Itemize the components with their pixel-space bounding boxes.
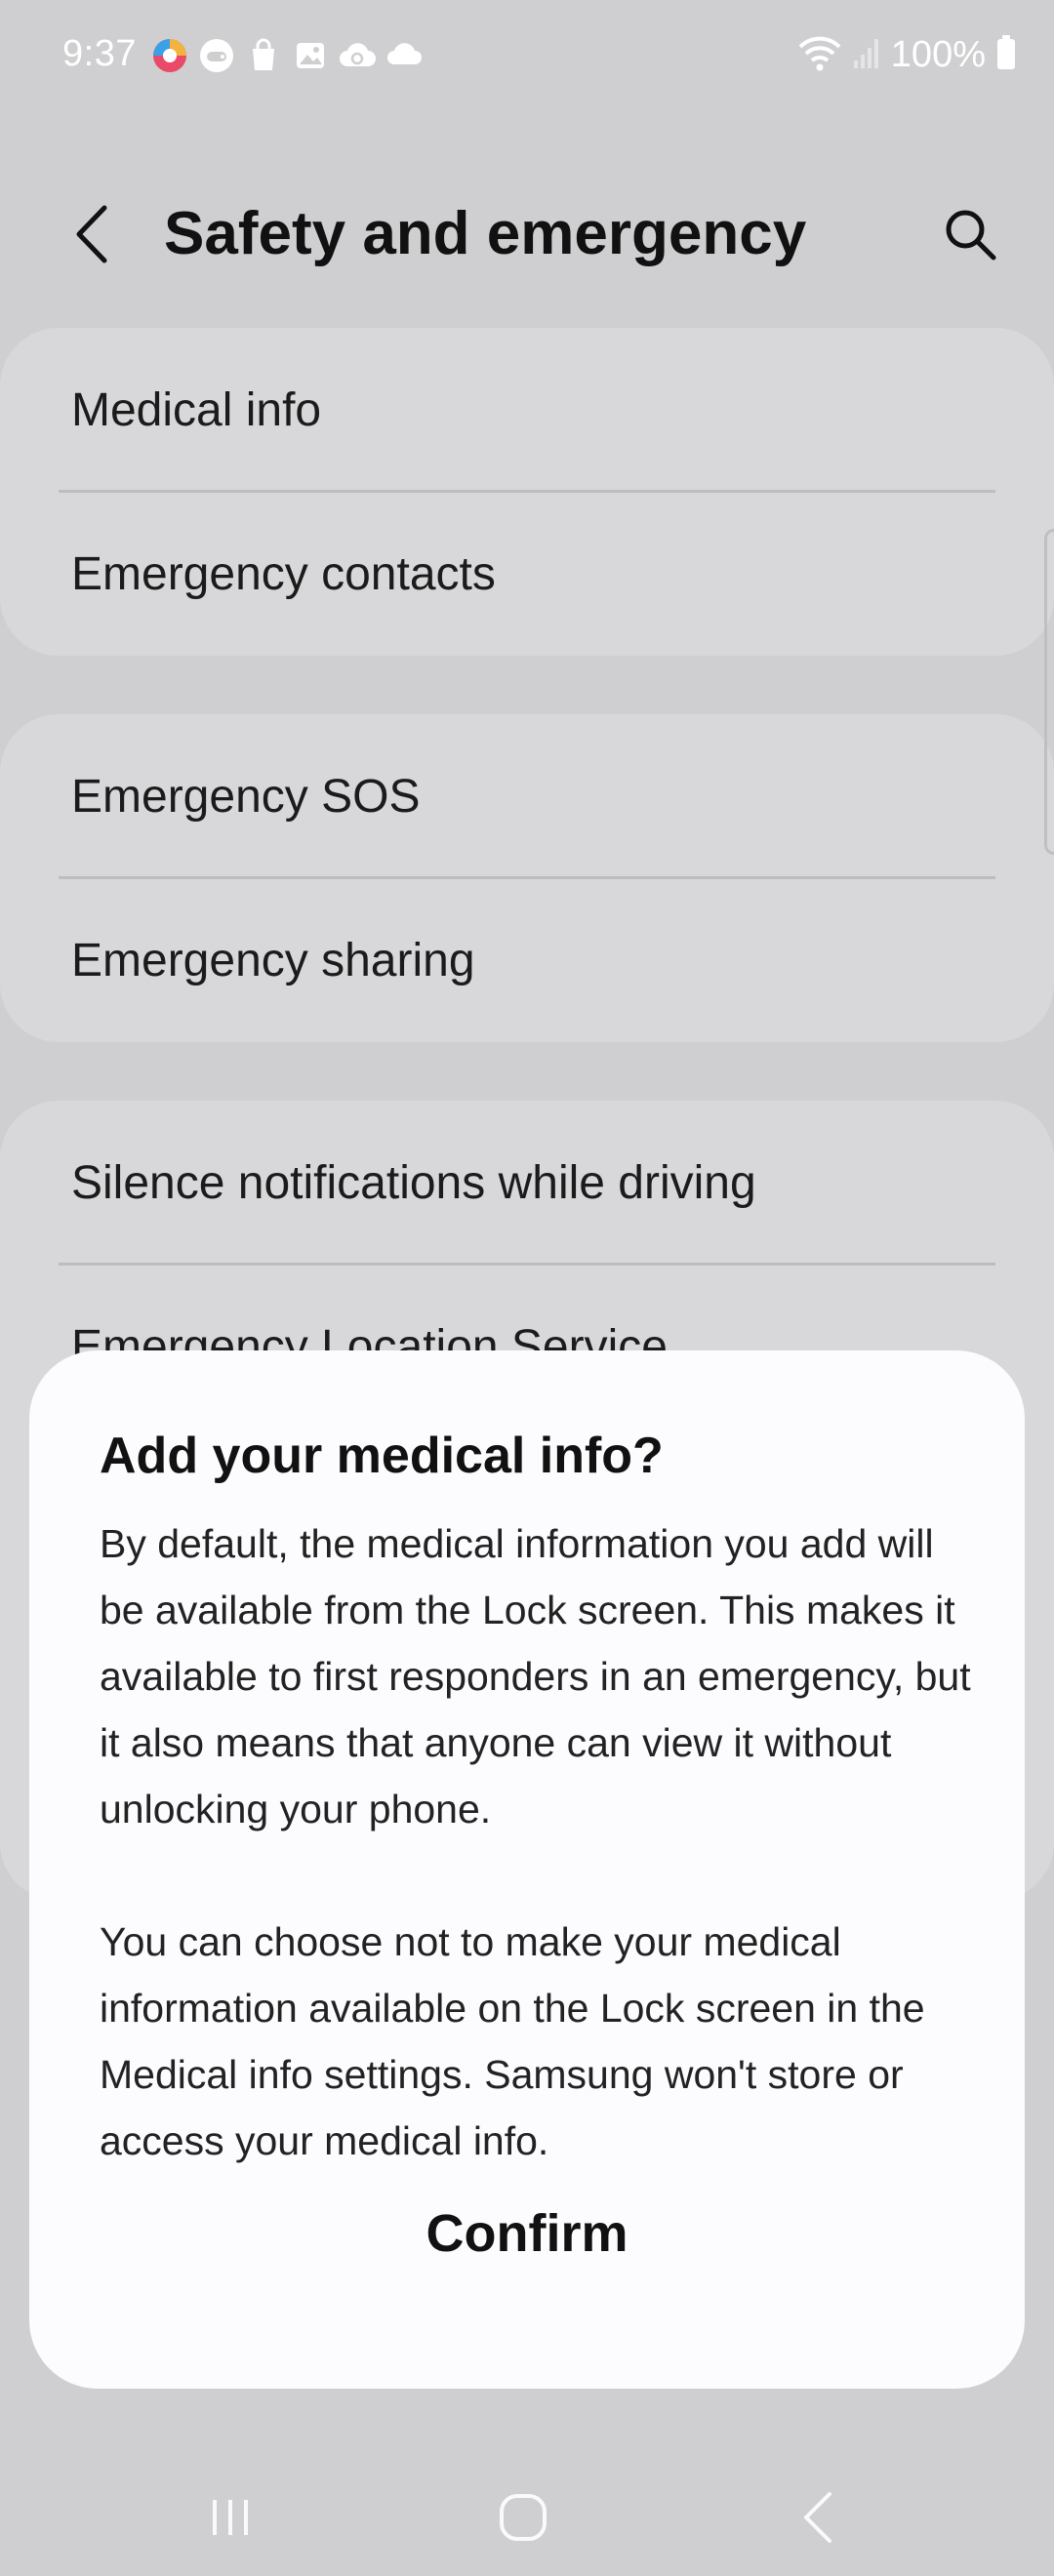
setting-label: Medical info [71,383,322,436]
scrollbar[interactable] [1044,529,1054,855]
back-button[interactable] [55,197,129,271]
setting-label: Silence notifications while driving [71,1156,756,1209]
search-button[interactable] [933,197,1007,271]
medical-info-dialog: Add your medical info? By default, the m… [29,1350,1025,2389]
setting-emergency-sharing[interactable]: Emergency sharing [0,878,1054,1042]
setting-silence-notifications-driving[interactable]: Silence notifications while driving [0,1101,1054,1265]
search-icon [946,210,996,261]
setting-label: Emergency sharing [71,934,475,986]
setting-label: Emergency SOS [71,770,421,823]
app-bar: Safety and emergency [0,176,1054,293]
cloud-sync-icon [338,36,377,75]
game-icon [197,36,236,75]
app-colorful-icon [150,36,189,75]
status-bar: 9:37 100% [0,0,1054,107]
bag-icon [244,36,283,75]
dialog-body: By default, the medical information you … [100,1510,978,2240]
back-icon [804,2492,831,2543]
battery-icon [995,34,1017,76]
dialog-paragraph: You can choose not to make your medical … [100,1919,925,2163]
chevron-left-icon [76,205,107,263]
system-status: 100% [797,33,1017,77]
signal-icon [852,33,881,77]
navigation-bar [0,2459,1054,2556]
notification-icons [150,35,424,76]
page-title: Safety and emergency [164,200,807,267]
dialog-title: Add your medical info? [100,1428,664,1484]
status-time: 9:37 [62,33,137,74]
battery-percent: 100% [890,34,986,75]
gallery-icon [291,36,330,75]
dialog-paragraph: By default, the medical information you … [100,1521,971,1831]
settings-group-2: Emergency SOS Emergency sharing [0,714,1054,1042]
wifi-icon [797,33,842,77]
home-icon [500,2494,547,2541]
setting-emergency-contacts[interactable]: Emergency contacts [0,492,1054,656]
setting-emergency-sos[interactable]: Emergency SOS [0,714,1054,878]
confirm-button[interactable]: Confirm [29,2180,1025,2287]
settings-group-1: Medical info Emergency contacts [0,328,1054,656]
cloud-icon [385,36,424,75]
recents-button[interactable] [182,2469,279,2566]
recents-icon [213,2500,248,2535]
nav-back-button[interactable] [771,2469,869,2566]
setting-medical-info[interactable]: Medical info [0,328,1054,492]
home-button[interactable] [474,2469,572,2566]
setting-label: Emergency contacts [71,547,496,600]
